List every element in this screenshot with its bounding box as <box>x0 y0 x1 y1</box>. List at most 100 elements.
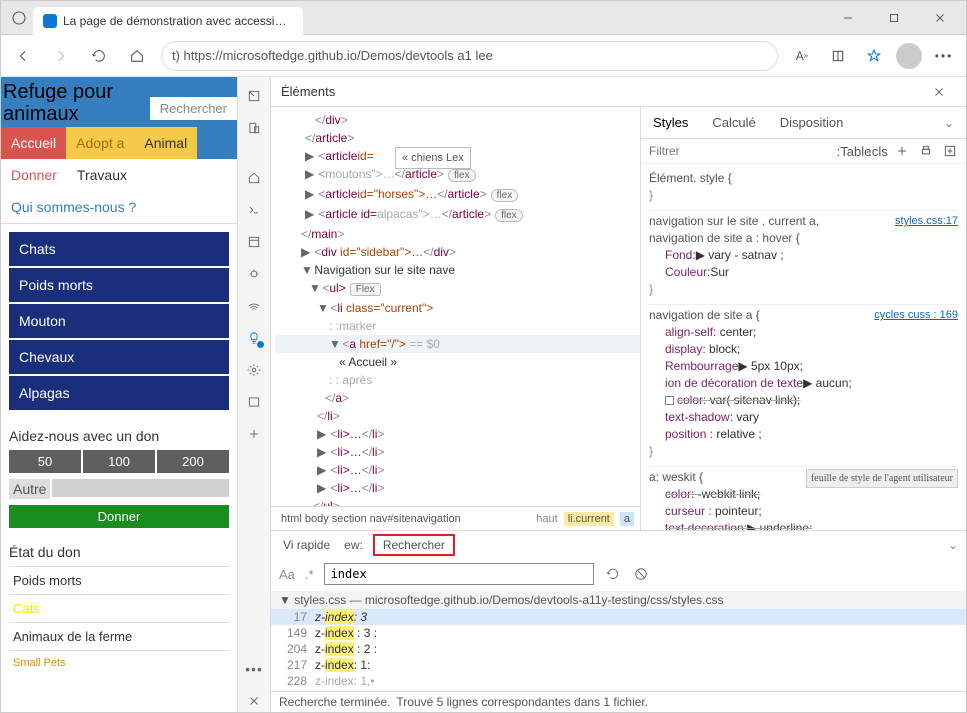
dom-node[interactable]: </article> <box>275 129 640 147</box>
dom-node[interactable]: ▼ <ul>Flex <box>275 279 640 299</box>
favorite-star-icon[interactable] <box>860 42 888 70</box>
nav-travaux[interactable]: Travaux <box>67 159 137 191</box>
browser-tab[interactable]: La page de démonstration avec accessibil… <box>33 7 303 35</box>
lightbulb-icon[interactable] <box>243 327 265 349</box>
home-button[interactable] <box>123 42 151 70</box>
close-devtools-icon[interactable] <box>243 690 265 712</box>
url-input[interactable]: t) https://microsoftedge.github.io/Demos… <box>161 41 778 71</box>
dom-node[interactable]: ▶ <li>…</li> <box>275 425 640 443</box>
dom-node[interactable]: ▼ <a href="/"> == $0 <box>275 335 640 353</box>
styles-filter-input[interactable] <box>649 144 838 158</box>
dom-node[interactable]: </ul> <box>275 497 640 506</box>
sidebar-item[interactable]: Chats <box>9 232 229 266</box>
dom-node[interactable]: ▼ <li class="current"> <box>275 299 640 317</box>
dom-node[interactable]: ▶ <li>…</li> <box>275 443 640 461</box>
css-rule[interactable]: cycles cuss : 169navigation de site a {a… <box>649 305 958 467</box>
cls-button[interactable]: .cls <box>870 143 886 159</box>
case-sensitive-toggle[interactable]: Aa <box>279 567 295 582</box>
bug-icon[interactable] <box>243 263 265 285</box>
close-window-button[interactable] <box>918 3 962 33</box>
dom-node[interactable]: </li> <box>275 407 640 425</box>
more-icon[interactable] <box>942 143 958 159</box>
nav-donner[interactable]: Donner <box>1 159 67 191</box>
nav-qui[interactable]: Qui sommes-nous ? <box>1 191 146 223</box>
console-icon[interactable] <box>243 199 265 221</box>
tab-styles[interactable]: Styles <box>653 115 688 130</box>
gear-icon[interactable] <box>243 359 265 381</box>
network-icon[interactable] <box>243 295 265 317</box>
dom-node[interactable]: ▼ Navigation sur le site nave <box>275 261 640 279</box>
breadcrumb-top-link[interactable]: haut <box>536 513 557 525</box>
search-result-line[interactable]: 217z-index: 1: <box>271 657 966 673</box>
drawer-search-tab[interactable]: Rechercher <box>373 534 455 556</box>
maximize-button[interactable] <box>872 3 916 33</box>
sidebar-item[interactable]: Chevaux <box>9 340 229 374</box>
panel-icon[interactable] <box>243 391 265 413</box>
sources-icon[interactable] <box>243 231 265 253</box>
dom-breadcrumb[interactable]: html body section nav#sitenavigation hau… <box>271 506 640 530</box>
nav-adopt[interactable]: Adopt a <box>66 127 134 159</box>
sidebar-item[interactable]: Poids morts <box>9 268 229 302</box>
search-result-line[interactable]: 17z-index: 3 <box>271 609 966 625</box>
dom-node[interactable]: ▶ <article id=alpacas">…</article>flex <box>275 205 640 225</box>
welcome-icon[interactable] <box>243 167 265 189</box>
styles-rules[interactable]: Élément. style {}styles.css:17navigation… <box>641 164 966 530</box>
tab-elements[interactable]: Éléments <box>281 84 335 99</box>
css-rule[interactable]: Élément. style {} <box>649 168 958 211</box>
dom-node[interactable]: ▶ <articleid=« chiens Lex <box>275 147 640 165</box>
dom-node[interactable]: ▶ <div id="sidebar">…</div> <box>275 243 640 261</box>
inspector-icon[interactable] <box>243 85 265 107</box>
css-rule[interactable]: styles.css:17navigation sur le site . cu… <box>649 211 958 305</box>
sidebar-item[interactable]: Alpagas <box>9 376 229 410</box>
nav-accueil[interactable]: Accueil <box>1 127 66 159</box>
overflow-icon[interactable]: ••• <box>243 658 265 680</box>
breadcrumb-li[interactable]: li.current <box>564 512 614 526</box>
translate-icon[interactable] <box>824 42 852 70</box>
hero-search[interactable]: Rechercher <box>150 97 237 120</box>
chevron-down-icon[interactable]: ⌄ <box>944 116 954 130</box>
search-result-line[interactable]: 204z-index : 2 : <box>271 641 966 657</box>
sidebar-item[interactable]: Mouton <box>9 304 229 338</box>
regex-toggle[interactable]: .* <box>305 567 314 582</box>
donate-amount[interactable]: 100 <box>83 450 155 473</box>
dom-node[interactable]: ▶ <li>…</li> <box>275 479 640 497</box>
new-rule-icon[interactable] <box>894 143 910 159</box>
drawer-ew-tab[interactable]: ew: <box>340 536 367 554</box>
dom-node[interactable]: </a> <box>275 389 640 407</box>
reader-button[interactable]: A» <box>788 42 816 70</box>
breadcrumb-a[interactable]: a <box>620 512 634 526</box>
back-button[interactable] <box>9 42 37 70</box>
forward-button[interactable] <box>47 42 75 70</box>
search-result-line[interactable]: 149z-index : 3 : <box>271 625 966 641</box>
close-panel-button[interactable] <box>922 78 956 106</box>
result-file-header[interactable]: ▼ styles.css — microsoftedge.github.io/D… <box>271 591 966 609</box>
device-toggle-icon[interactable] <box>243 117 265 139</box>
dom-node[interactable]: ▶ <li>…</li> <box>275 461 640 479</box>
add-tab-icon[interactable] <box>243 423 265 445</box>
dom-tree[interactable]: </div></article>▶ <articleid=« chiens Le… <box>271 107 640 506</box>
dom-node[interactable]: : : après <box>275 371 640 389</box>
hov-button[interactable]: :Table <box>846 143 862 159</box>
tab-computed[interactable]: Calculé <box>712 115 755 130</box>
print-icon[interactable] <box>918 143 934 159</box>
css-rule[interactable]: feuille de style de l'agent utilisateura… <box>649 467 958 530</box>
donate-other-input[interactable] <box>52 479 229 497</box>
dom-node[interactable]: : :marker <box>275 317 640 335</box>
dom-node[interactable]: </div> <box>275 111 640 129</box>
dom-node[interactable]: </main> <box>275 225 640 243</box>
tab-layout[interactable]: Disposition <box>780 115 844 130</box>
dom-node[interactable]: ▶ <articleid="horses">…</article>flex <box>275 185 640 205</box>
nav-animal[interactable]: Animal <box>134 127 197 159</box>
donate-amount[interactable]: 50 <box>9 450 81 473</box>
drawer-search-input[interactable] <box>324 563 594 585</box>
donate-button[interactable]: Donner <box>9 505 229 528</box>
profile-avatar[interactable] <box>896 43 922 69</box>
drawer-chevron-down-icon[interactable]: ⌄ <box>948 538 958 552</box>
minimize-button[interactable] <box>826 3 870 33</box>
refresh-search-icon[interactable] <box>604 565 622 583</box>
clear-search-icon[interactable] <box>632 565 650 583</box>
menu-button[interactable]: ••• <box>930 42 958 70</box>
breadcrumb-path[interactable]: html body section nav#sitenavigation <box>277 512 465 526</box>
search-result-line[interactable]: 228z-index: 1,• <box>271 673 966 689</box>
dom-node[interactable]: « Accueil » <box>275 353 640 371</box>
